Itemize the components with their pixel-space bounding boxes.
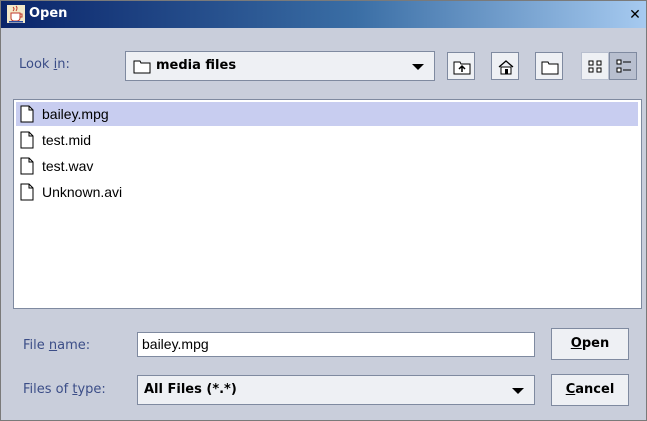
- title-bar[interactable]: Open ✕: [1, 1, 646, 28]
- file-icon: [20, 157, 34, 175]
- file-list[interactable]: bailey.mpg test.mid test.wav Unknown.avi: [13, 99, 642, 309]
- look-in-label: Look in:: [19, 57, 70, 72]
- list-item[interactable]: bailey.mpg: [16, 102, 638, 126]
- cancel-button[interactable]: Cancel: [551, 374, 629, 406]
- file-icon: [20, 105, 34, 123]
- chevron-down-icon: [512, 388, 524, 394]
- look-in-value: media files: [156, 58, 237, 73]
- new-folder-button[interactable]: [535, 52, 563, 80]
- file-name-value: bailey.mpg: [142, 336, 209, 352]
- file-name: test.wav: [42, 158, 94, 174]
- list-item[interactable]: test.wav: [16, 154, 136, 178]
- open-dialog: Open ✕ Look in: media files bailey.mpg t…: [0, 0, 647, 421]
- file-name-label: File name:: [23, 338, 91, 353]
- window-title: Open: [29, 6, 68, 21]
- file-name: test.mid: [42, 132, 92, 148]
- file-icon: [20, 131, 34, 149]
- folder-icon: [133, 60, 151, 74]
- list-item[interactable]: Unknown.avi: [16, 180, 136, 204]
- file-name-field[interactable]: bailey.mpg: [137, 332, 535, 357]
- file-name: bailey.mpg: [42, 106, 109, 122]
- file-name: Unknown.avi: [42, 184, 123, 200]
- up-folder-icon: [453, 61, 471, 75]
- list-item[interactable]: test.mid: [16, 128, 136, 152]
- details-view-icon: [616, 59, 631, 73]
- details-view-button[interactable]: [609, 52, 637, 80]
- file-type-label: Files of type:: [23, 382, 106, 397]
- open-button[interactable]: Open: [551, 328, 629, 360]
- look-in-combobox[interactable]: media files: [125, 51, 435, 81]
- close-button[interactable]: ✕: [626, 5, 644, 23]
- file-type-value: All Files (*.*): [144, 382, 237, 397]
- file-type-combobox[interactable]: All Files (*.*): [137, 375, 535, 405]
- list-view-icon: [588, 60, 602, 73]
- up-one-level-button[interactable]: [447, 52, 475, 80]
- file-icon: [20, 183, 34, 201]
- home-icon: [498, 60, 514, 75]
- list-view-button[interactable]: [581, 52, 609, 80]
- home-button[interactable]: [491, 52, 519, 80]
- new-folder-icon: [541, 61, 559, 75]
- java-cup-icon: [7, 5, 25, 23]
- close-icon: ✕: [629, 6, 641, 22]
- chevron-down-icon: [412, 64, 424, 70]
